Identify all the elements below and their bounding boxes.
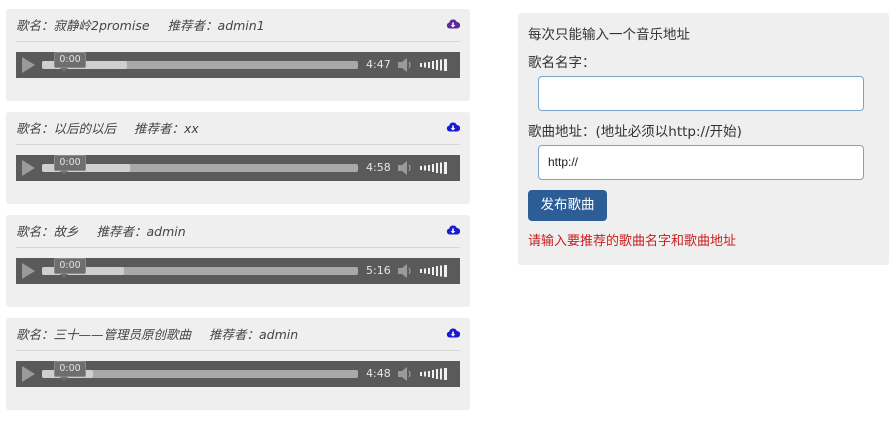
cloud-download-icon[interactable] [446, 18, 460, 30]
current-time: 0:00 [54, 52, 86, 72]
song-header: 歌名：三十——管理员原创歌曲 推荐者：admin [16, 327, 460, 351]
song-name: 歌名：故乡 [16, 224, 79, 239]
duration: 4:48 [366, 367, 391, 380]
publish-button[interactable]: 发布歌曲 [528, 190, 607, 221]
current-time: 0:00 [54, 155, 86, 175]
song-name: 歌名：寂静岭2promise [16, 18, 150, 33]
song-recommender: 推荐者：admin [96, 224, 186, 239]
play-icon[interactable] [22, 263, 35, 279]
song-card: 歌名：以后的以后 推荐者：xx 0:00 4:58 [6, 112, 470, 204]
publish-form: 每次只能输入一个音乐地址 歌名名字： 歌曲地址：(地址必须以http://开始)… [518, 13, 889, 265]
volume-slider[interactable] [420, 264, 452, 278]
current-time: 0:00 [54, 361, 86, 381]
volume-icon[interactable] [396, 366, 414, 382]
form-hint: 每次只能输入一个音乐地址 [528, 27, 690, 43]
volume-icon[interactable] [396, 57, 414, 73]
song-recommender: 推荐者：admin [209, 327, 299, 342]
volume-slider[interactable] [420, 161, 452, 175]
song-list: 歌名：寂静岭2promise 推荐者：admin1 0:00 4:47 歌名：以后… [6, 9, 470, 421]
song-card: 歌名：寂静岭2promise 推荐者：admin1 0:00 4:47 [6, 9, 470, 101]
song-url-input[interactable]: http:// [538, 145, 864, 180]
audio-player: 0:00 5:16 [16, 258, 460, 284]
progress-rail[interactable]: 0:00 [42, 361, 358, 381]
song-header: 歌名：以后的以后 推荐者：xx [16, 121, 460, 145]
divider [16, 247, 460, 248]
current-time: 0:00 [54, 258, 86, 278]
song-name: 歌名：三十——管理员原创歌曲 [16, 327, 192, 342]
divider [16, 350, 460, 351]
progress-rail[interactable]: 0:00 [42, 155, 358, 175]
song-recommender: 推荐者：xx [134, 121, 199, 136]
progress-rail[interactable]: 0:00 [42, 258, 358, 278]
duration: 5:16 [366, 264, 391, 277]
song-name-input[interactable] [538, 76, 864, 111]
duration: 4:58 [366, 161, 391, 174]
audio-player: 0:00 4:48 [16, 361, 460, 387]
divider [16, 144, 460, 145]
cloud-download-icon[interactable] [446, 121, 460, 133]
cloud-download-icon[interactable] [446, 327, 460, 339]
song-header: 歌名：寂静岭2promise 推荐者：admin1 [16, 18, 460, 42]
error-message: 请输入要推荐的歌曲名字和歌曲地址 [528, 234, 737, 249]
song-recommender: 推荐者：admin1 [167, 18, 265, 33]
song-name-label: 歌名名字： [528, 55, 596, 71]
volume-slider[interactable] [420, 58, 452, 72]
volume-slider[interactable] [420, 367, 452, 381]
song-card: 歌名：故乡 推荐者：admin 0:00 5:16 [6, 215, 470, 307]
volume-icon[interactable] [396, 160, 414, 176]
song-url-label: 歌曲地址：(地址必须以http://开始) [528, 124, 742, 140]
cloud-download-icon[interactable] [446, 224, 460, 236]
audio-player: 0:00 4:47 [16, 52, 460, 78]
play-icon[interactable] [22, 160, 35, 176]
volume-icon[interactable] [396, 263, 414, 279]
progress-rail[interactable]: 0:00 [42, 52, 358, 72]
audio-player: 0:00 4:58 [16, 155, 460, 181]
song-header: 歌名：故乡 推荐者：admin [16, 224, 460, 248]
divider [16, 41, 460, 42]
play-icon[interactable] [22, 366, 35, 382]
song-card: 歌名：三十——管理员原创歌曲 推荐者：admin 0:00 4:48 [6, 318, 470, 410]
song-name: 歌名：以后的以后 [16, 121, 117, 136]
duration: 4:47 [366, 58, 391, 71]
play-icon[interactable] [22, 57, 35, 73]
